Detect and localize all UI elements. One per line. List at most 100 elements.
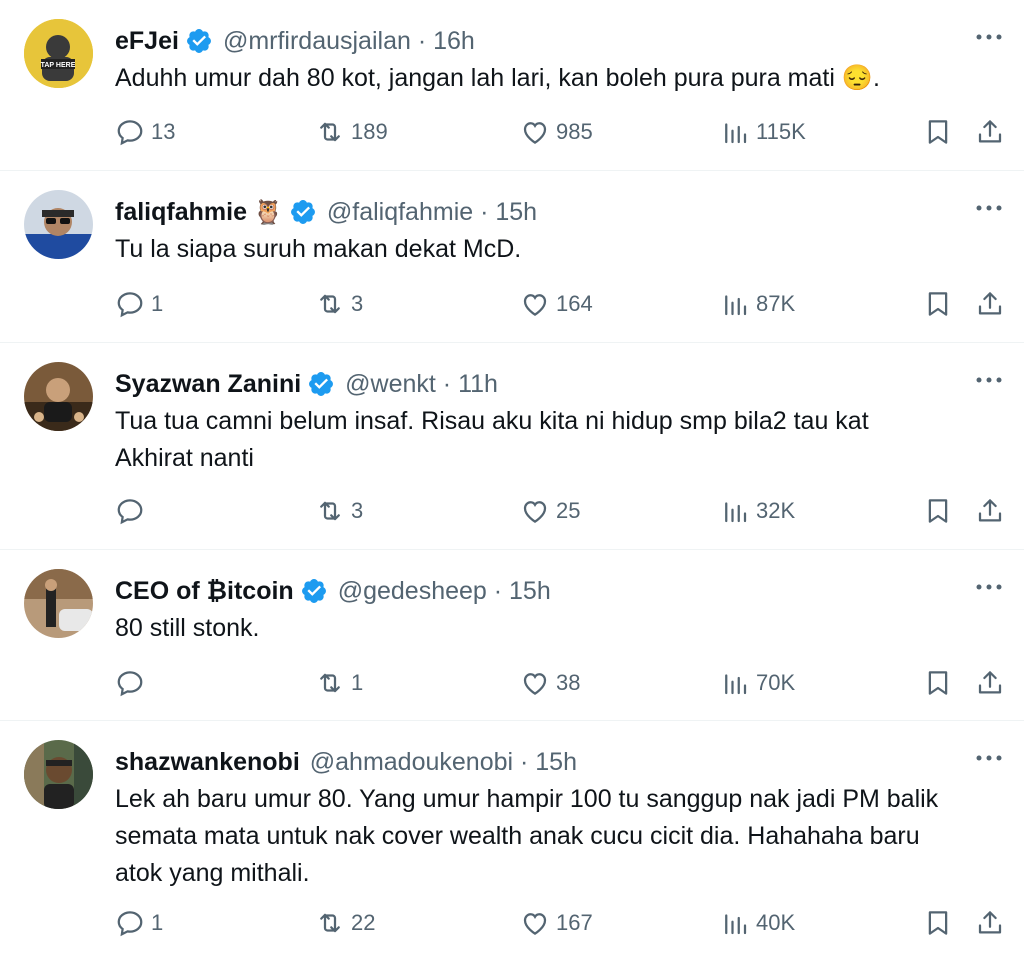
- views-chart-icon: [725, 123, 747, 144]
- bookmark-button[interactable]: [923, 491, 953, 531]
- bookmark-button[interactable]: [923, 112, 953, 152]
- reply-button[interactable]: 1: [115, 284, 163, 324]
- views-button[interactable]: 87K: [720, 284, 795, 324]
- handle-time[interactable]: @wenkt · 11h: [345, 370, 498, 399]
- views-chart-icon: [725, 674, 747, 695]
- tweet[interactable]: TAP HERE eFJei @mrfirdausjailan · 16h Ad…: [0, 0, 1024, 171]
- tweet-text: Tu la siapa suruh makan dekat McD.: [115, 235, 522, 263]
- bookmark-icon: [928, 120, 948, 144]
- avatar[interactable]: [24, 362, 93, 431]
- retweet-icon: [320, 294, 340, 314]
- retweet-button[interactable]: 3: [315, 491, 363, 531]
- share-icon: [978, 292, 1002, 315]
- reply-icon: [117, 120, 143, 146]
- views-button[interactable]: 115K: [720, 112, 806, 152]
- more-options-icon[interactable]: [974, 572, 1004, 602]
- share-button[interactable]: [975, 284, 1005, 324]
- bookmark-icon: [928, 671, 948, 695]
- view-count: 87K: [756, 291, 796, 316]
- like-button[interactable]: 25: [520, 491, 580, 531]
- display-name[interactable]: CEO of ₿itcoin: [115, 577, 294, 606]
- display-name[interactable]: shazwankenobi: [115, 748, 300, 777]
- retweet-button[interactable]: 1: [315, 663, 363, 703]
- reply-icon: [117, 292, 143, 318]
- share-icon: [978, 120, 1002, 143]
- like-button[interactable]: 985: [520, 112, 593, 152]
- more-options-icon[interactable]: [974, 193, 1004, 223]
- display-name[interactable]: Syazwan Zanini: [115, 370, 301, 399]
- reply-icon: [117, 911, 143, 937]
- reply-icon: [117, 499, 143, 525]
- share-icon: [978, 911, 1002, 934]
- like-count: 25: [556, 498, 581, 523]
- retweet-button[interactable]: 189: [315, 112, 388, 152]
- avatar[interactable]: [24, 190, 93, 259]
- avatar-image: [24, 740, 93, 809]
- retweet-count: 3: [351, 291, 364, 316]
- retweet-icon: [320, 501, 340, 521]
- action-bar: 1 3 164 87K: [115, 284, 1024, 324]
- heart-icon: [523, 501, 547, 523]
- bookmark-button[interactable]: [923, 903, 953, 943]
- more-options-icon[interactable]: [974, 22, 1004, 52]
- like-button[interactable]: 38: [520, 663, 580, 703]
- views-button[interactable]: 40K: [720, 903, 795, 943]
- tweet-text: Aduhh umur dah 80 kot, jangan lah lari, …: [115, 64, 880, 92]
- name-emoji: 🦉: [252, 198, 283, 226]
- share-button[interactable]: [975, 903, 1005, 943]
- reply-button[interactable]: 13: [115, 112, 175, 152]
- avatar[interactable]: [24, 569, 93, 638]
- like-count: 164: [556, 291, 593, 316]
- reply-count: 1: [151, 910, 164, 935]
- action-bar: 3 25 32K: [115, 491, 1024, 531]
- tweet-header: eFJei @mrfirdausjailan · 16h: [115, 24, 944, 58]
- handle-time[interactable]: @gedesheep · 15h: [338, 577, 551, 606]
- bookmark-button[interactable]: [923, 663, 953, 703]
- verified-badge-icon: [186, 29, 211, 53]
- action-bar: 1 22 167 40K: [115, 903, 1024, 943]
- verified-badge-icon: [309, 372, 334, 396]
- action-bar: 13 189 985 115K: [115, 112, 1024, 152]
- retweet-icon: [320, 122, 340, 142]
- bookmark-icon: [928, 911, 948, 935]
- like-button[interactable]: 164: [520, 284, 593, 324]
- avatar[interactable]: TAP HERE: [24, 19, 93, 88]
- handle-time[interactable]: @mrfirdausjailan · 16h: [223, 27, 475, 56]
- heart-icon: [523, 673, 547, 695]
- avatar-image: TAP HERE: [24, 19, 93, 88]
- view-count: 70K: [756, 670, 796, 695]
- tweet[interactable]: faliqfahmie 🦉 @faliqfahmie · 15h Tu la s…: [0, 171, 1024, 343]
- handle-time[interactable]: @ahmadoukenobi · 15h: [310, 748, 577, 777]
- share-button[interactable]: [975, 112, 1005, 152]
- reply-button[interactable]: 1: [115, 903, 163, 943]
- views-chart-icon: [725, 502, 747, 523]
- bookmark-button[interactable]: [923, 284, 953, 324]
- tweet[interactable]: shazwankenobi @ahmadoukenobi · 15h Lek a…: [0, 721, 1024, 953]
- share-button[interactable]: [975, 491, 1005, 531]
- display-name[interactable]: eFJei: [115, 27, 179, 56]
- share-button[interactable]: [975, 663, 1005, 703]
- like-button[interactable]: 167: [520, 903, 593, 943]
- tweet[interactable]: CEO of ₿itcoin @gedesheep · 15h 80 still…: [0, 550, 1024, 721]
- views-chart-icon: [725, 295, 747, 316]
- heart-icon: [523, 913, 547, 935]
- reply-button[interactable]: [115, 663, 151, 703]
- retweet-button[interactable]: 22: [315, 903, 375, 943]
- tweet[interactable]: Syazwan Zanini @wenkt · 11h Tua tua camn…: [0, 343, 1024, 550]
- like-count: 985: [556, 119, 593, 144]
- more-options-icon[interactable]: [974, 743, 1004, 773]
- retweet-button[interactable]: 3: [315, 284, 363, 324]
- verified-badge-icon: [301, 579, 326, 603]
- reply-button[interactable]: [115, 491, 151, 531]
- retweet-icon: [320, 913, 340, 933]
- views-button[interactable]: 32K: [720, 491, 795, 531]
- like-count: 38: [556, 670, 581, 695]
- display-name[interactable]: faliqfahmie: [115, 198, 247, 227]
- views-button[interactable]: 70K: [720, 663, 795, 703]
- retweet-count: 22: [351, 910, 376, 935]
- handle-time[interactable]: @faliqfahmie · 15h: [327, 198, 537, 227]
- more-options-icon[interactable]: [974, 365, 1004, 395]
- view-count: 32K: [756, 498, 796, 523]
- avatar[interactable]: [24, 740, 93, 809]
- verified-badge-icon: [290, 200, 315, 224]
